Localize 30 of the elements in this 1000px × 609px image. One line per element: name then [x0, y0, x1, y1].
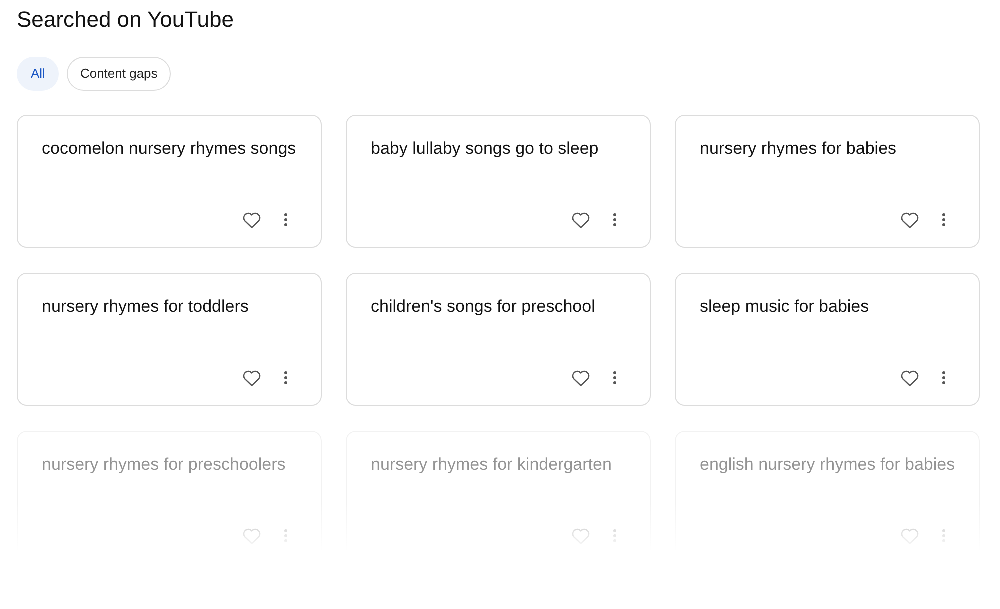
- search-card[interactable]: children's songs for preschool: [346, 273, 651, 406]
- more-options-icon[interactable]: [942, 213, 946, 227]
- more-options-icon[interactable]: [613, 371, 617, 385]
- search-card[interactable]: nursery rhymes for babies: [675, 115, 980, 248]
- search-card[interactable]: baby lullaby songs go to sleep: [346, 115, 651, 248]
- more-options-icon[interactable]: [942, 371, 946, 385]
- search-card[interactable]: sleep music for babies: [675, 273, 980, 406]
- heart-icon[interactable]: [242, 369, 262, 387]
- more-options-icon[interactable]: [284, 213, 288, 227]
- filter-chip[interactable]: Content gaps: [67, 57, 171, 91]
- heart-icon[interactable]: [900, 211, 920, 229]
- more-options-icon[interactable]: [284, 371, 288, 385]
- search-query: nursery rhymes for toddlers: [42, 296, 250, 318]
- filter-chip[interactable]: All: [17, 57, 60, 91]
- search-query: sleep music for babies: [700, 296, 870, 318]
- search-card[interactable]: nursery rhymes for toddlers: [17, 273, 322, 406]
- search-query: children's songs for preschool: [371, 296, 596, 318]
- search-card[interactable]: cocomelon nursery rhymes songs: [17, 115, 322, 248]
- search-query: baby lullaby songs go to sleep: [371, 138, 600, 160]
- search-query: nursery rhymes for kindergarten: [371, 454, 613, 476]
- search-query: english nursery rhymes for babies: [700, 454, 956, 476]
- heart-icon[interactable]: [900, 369, 920, 387]
- heart-icon[interactable]: [571, 211, 591, 229]
- heart-icon[interactable]: [571, 369, 591, 387]
- heart-icon[interactable]: [242, 211, 262, 229]
- search-query: cocomelon nursery rhymes songs: [42, 138, 298, 160]
- more-options-icon[interactable]: [613, 213, 617, 227]
- search-query: nursery rhymes for babies: [700, 138, 898, 160]
- page-title: Searched on YouTube: [17, 6, 235, 34]
- search-query: nursery rhymes for preschoolers: [42, 454, 287, 476]
